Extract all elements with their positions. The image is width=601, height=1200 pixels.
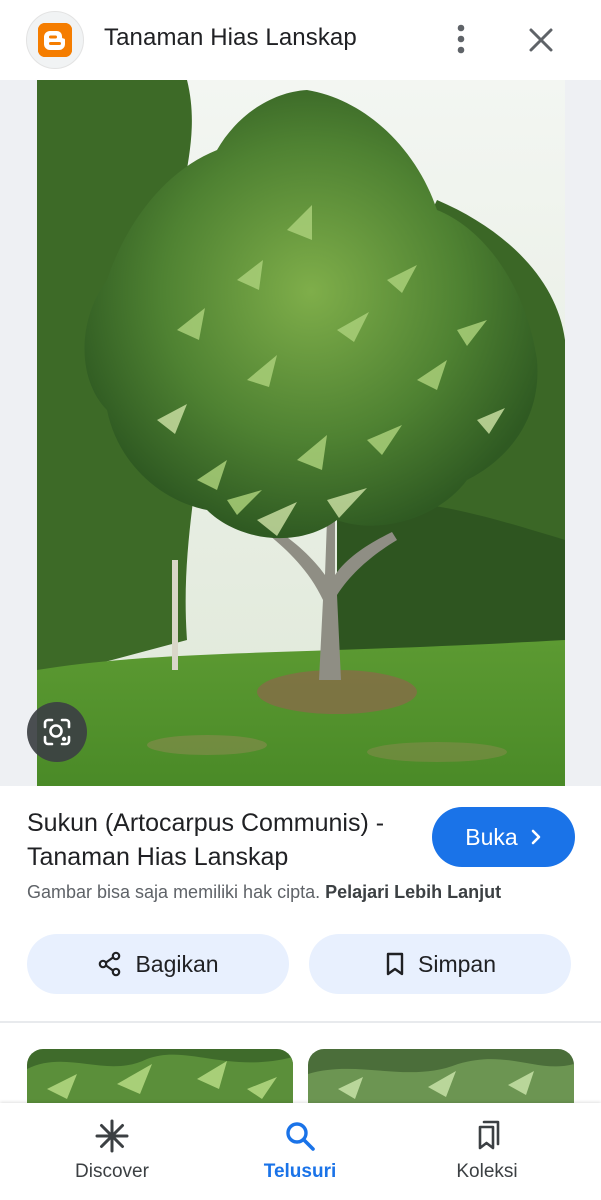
nav-discover-label: Discover [75, 1161, 149, 1182]
blogger-icon [38, 23, 72, 57]
copyright-notice: Gambar bisa saja memiliki hak cipta. Pel… [27, 882, 501, 903]
save-button[interactable]: Simpan [309, 934, 571, 994]
learn-more-link[interactable]: Pelajari Lebih Lanjut [325, 882, 501, 902]
google-lens-button[interactable] [27, 702, 87, 762]
copyright-text: Gambar bisa saja memiliki hak cipta. [27, 882, 321, 902]
chevron-right-icon [531, 829, 541, 845]
collections-icon [478, 1120, 500, 1150]
nav-collections-label: Koleksi [456, 1161, 518, 1182]
related-image-thumbnail[interactable] [27, 1049, 293, 1109]
nav-discover[interactable]: Discover [12, 1103, 212, 1200]
page-title: Tanaman Hias Lanskap [104, 24, 357, 51]
share-icon [99, 951, 121, 977]
open-button-label: Buka [465, 823, 518, 850]
nav-search[interactable]: Telusuri [200, 1103, 400, 1200]
search-icon [286, 1122, 315, 1151]
close-icon [529, 28, 553, 52]
share-button[interactable]: Bagikan [27, 934, 289, 994]
more-vert-icon [457, 24, 465, 54]
bookmark-icon [386, 952, 404, 976]
bottom-navigation: Discover Telusuri Koleksi [0, 1103, 601, 1200]
more-options-button[interactable] [440, 18, 482, 60]
asterisk-icon [95, 1119, 129, 1153]
open-button[interactable]: Buka [432, 807, 575, 867]
google-lens-icon [43, 718, 71, 746]
section-divider [0, 1021, 601, 1023]
app-header: Tanaman Hias Lanskap [0, 0, 601, 80]
image-viewer [0, 80, 601, 786]
related-image-thumbnail[interactable] [308, 1049, 574, 1109]
nav-search-label: Telusuri [263, 1161, 337, 1182]
close-button[interactable] [518, 17, 564, 63]
result-title[interactable]: Sukun (Artocarpus Communis) - Tanaman Hi… [27, 806, 417, 874]
share-label: Bagikan [135, 950, 219, 977]
save-label: Simpan [418, 950, 496, 977]
site-favicon[interactable] [26, 11, 84, 69]
breadfruit-tree-photo[interactable] [37, 80, 565, 786]
nav-collections[interactable]: Koleksi [387, 1103, 587, 1200]
